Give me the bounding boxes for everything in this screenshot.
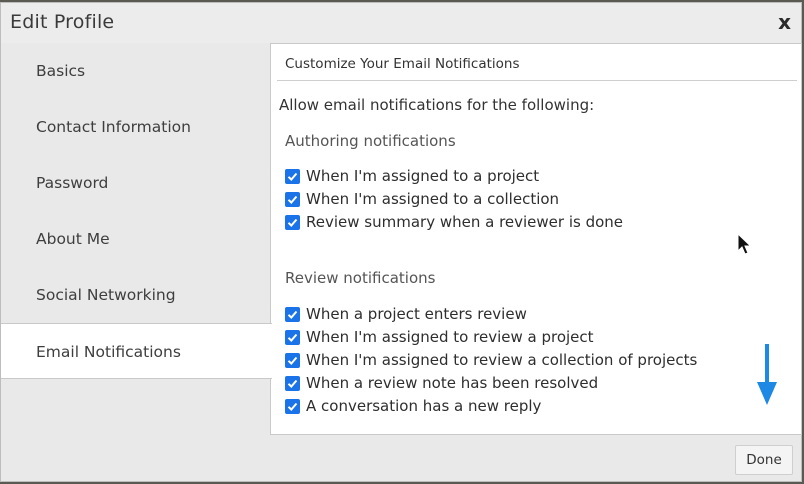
checkmark-icon	[287, 218, 298, 227]
sidebar: Basics Contact Information Password Abou…	[1, 43, 272, 435]
checkmark-icon	[287, 402, 298, 411]
checkmark-icon	[287, 333, 298, 342]
option-review-note-resolved[interactable]: When a review note has been resolved	[285, 372, 598, 394]
checkmark-icon	[287, 379, 298, 388]
sidebar-item-label: Social Networking	[36, 286, 176, 304]
checkbox[interactable]	[285, 214, 300, 230]
dialog-titlebar: Edit Profile x	[1, 3, 801, 43]
sidebar-item-label: Email Notifications	[36, 343, 181, 361]
option-label: When I'm assigned to review a collection…	[306, 351, 698, 369]
sidebar-item-label: About Me	[36, 230, 110, 248]
edit-profile-dialog: Edit Profile x Basics Contact Informatio…	[0, 2, 802, 482]
option-label: When a project enters review	[306, 305, 527, 323]
option-conversation-reply[interactable]: A conversation has a new reply	[285, 395, 541, 417]
sidebar-item-label: Basics	[36, 62, 86, 80]
checkbox[interactable]	[285, 375, 300, 391]
option-review-summary[interactable]: Review summary when a reviewer is done	[285, 211, 623, 233]
dialog-title: Edit Profile	[10, 11, 115, 33]
option-assigned-project[interactable]: When I'm assigned to a project	[285, 165, 539, 187]
checkbox[interactable]	[285, 306, 300, 322]
option-label: When I'm assigned to a collection	[306, 190, 560, 208]
option-project-enters-review[interactable]: When a project enters review	[285, 303, 527, 325]
checkmark-icon	[287, 195, 298, 204]
sidebar-item-about-me[interactable]: About Me	[1, 211, 271, 267]
dialog-footer: Done	[1, 435, 801, 481]
option-label: When I'm assigned to a project	[306, 167, 540, 185]
intro-text: Allow email notifications for the follow…	[279, 96, 595, 114]
group-title-authoring: Authoring notifications	[285, 132, 456, 150]
checkmark-icon	[287, 310, 298, 319]
content-panel: Customize Your Email Notifications Allow…	[270, 43, 802, 435]
option-label: Review summary when a reviewer is done	[306, 213, 624, 231]
option-label: When a review note has been resolved	[306, 374, 599, 392]
group-title-review: Review notifications	[285, 269, 436, 287]
close-button[interactable]: x	[778, 10, 791, 34]
sidebar-item-password[interactable]: Password	[1, 155, 271, 211]
done-button[interactable]: Done	[735, 445, 793, 475]
sidebar-item-label: Contact Information	[36, 118, 191, 136]
sidebar-item-basics[interactable]: Basics	[1, 43, 271, 99]
arrow-down-icon	[757, 344, 777, 405]
checkmark-icon	[287, 356, 298, 365]
checkmark-icon	[287, 172, 298, 181]
option-label: A conversation has a new reply	[306, 397, 542, 415]
sidebar-item-contact-information[interactable]: Contact Information	[1, 99, 271, 155]
close-icon: x	[778, 10, 791, 34]
option-assigned-review-collection[interactable]: When I'm assigned to review a collection…	[285, 349, 697, 371]
option-label: When I'm assigned to review a project	[306, 328, 594, 346]
checkbox[interactable]	[285, 191, 300, 207]
checkbox[interactable]	[285, 352, 300, 368]
checkbox[interactable]	[285, 329, 300, 345]
checkbox[interactable]	[285, 398, 300, 414]
sidebar-item-email-notifications[interactable]: Email Notifications	[1, 323, 272, 379]
section-header: Customize Your Email Notifications	[277, 44, 797, 81]
mouse-pointer-icon	[737, 233, 752, 255]
option-assigned-review-project[interactable]: When I'm assigned to review a project	[285, 326, 594, 348]
sidebar-item-social-networking[interactable]: Social Networking	[1, 267, 271, 323]
checkbox[interactable]	[285, 168, 300, 184]
option-assigned-collection[interactable]: When I'm assigned to a collection	[285, 188, 559, 210]
sidebar-item-label: Password	[36, 174, 109, 192]
